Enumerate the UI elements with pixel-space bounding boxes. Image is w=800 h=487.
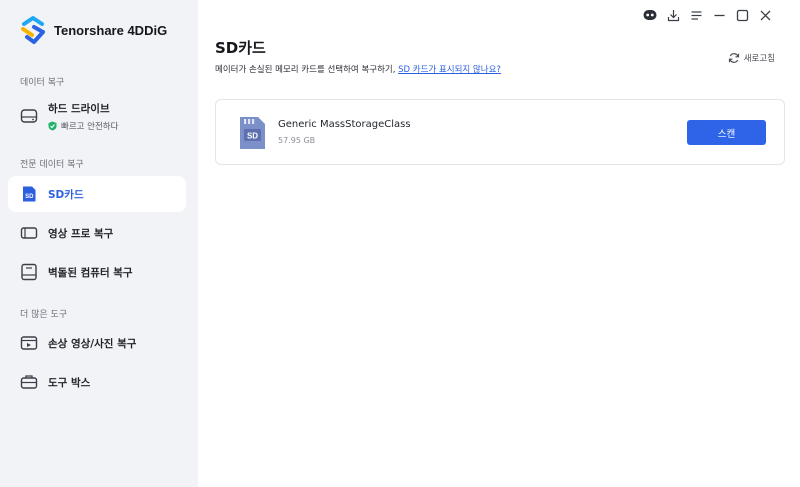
device-name: Generic MassStorageClass [278,119,411,130]
device-card[interactable]: SD Generic MassStorageClass 57.95 GB 스캔 [215,99,785,165]
hard-drive-icon [19,106,39,126]
minimize-icon[interactable] [712,8,726,22]
sidebar-item-video-recovery[interactable]: 영상 프로 복구 [8,215,186,251]
sidebar-item-label: 하드 드라이브 [48,102,110,115]
download-icon[interactable] [666,8,680,22]
sidebar: Tenorshare 4DDiG 데이터 복구 하드 드라이브 빠르고 안전하다… [0,0,198,487]
toolbox-icon [19,372,39,392]
main-panel: SD카드 메이터가 손실된 메모리 카드를 선택하여 복구하기, SD 카드가 … [198,0,800,487]
close-icon[interactable] [758,8,772,22]
section-label-data-recovery: 데이터 복구 [20,78,65,88]
sidebar-item-toolbox[interactable]: 도구 박스 [8,364,186,400]
sidebar-item-crashed-computer[interactable]: 벽돌된 컴퓨터 복구 [8,254,186,290]
sidebar-item-label: 영상 프로 복구 [48,227,114,240]
safe-status: 빠르고 안전하다 [48,120,118,132]
page-subtitle: 메이터가 손실된 메모리 카드를 선택하여 복구하기, SD 카드가 표시되지 … [215,63,501,75]
section-label-pro-recovery: 전문 데이터 복구 [20,160,84,170]
video-icon [19,223,39,243]
logo-icon [21,16,45,44]
shield-check-icon [48,121,57,130]
sidebar-item-label: 벽돌된 컴퓨터 복구 [48,266,133,279]
sidebar-item-label: 손상 영상/사진 복구 [48,337,137,350]
window-controls [634,8,772,22]
device-size: 57.95 GB [278,136,316,145]
section-label-more-tools: 더 많은 도구 [20,310,68,320]
computer-icon [19,262,39,282]
svg-text:SD: SD [25,194,34,200]
sidebar-item-hard-drive[interactable]: 하드 드라이브 빠르고 안전하다 [8,94,186,138]
sidebar-item-sublabel: 빠르고 안전하다 [61,121,119,132]
app-logo: Tenorshare 4DDiG [18,15,167,45]
help-link[interactable]: SD 카드가 표시되지 않나요? [398,65,501,75]
menu-icon[interactable] [689,8,703,22]
sidebar-item-sd-card[interactable]: SD SD카드 [8,176,186,212]
scan-button[interactable]: 스캔 [687,120,766,145]
sd-card-icon: SD [240,117,265,149]
repair-icon [19,333,39,353]
sidebar-item-media-repair[interactable]: 손상 영상/사진 복구 [8,325,186,361]
refresh-icon [728,52,740,64]
maximize-icon[interactable] [735,8,749,22]
refresh-button[interactable]: 새로고침 [728,52,775,64]
svg-text:SD: SD [247,132,258,141]
subtitle-text: 메이터가 손실된 메모리 카드를 선택하여 복구하기, [215,65,396,75]
page-title: SD카드 [215,39,266,57]
refresh-label: 새로고침 [743,54,775,64]
assistant-bot-icon[interactable] [643,8,657,22]
sidebar-item-label: SD카드 [48,188,84,201]
sd-card-icon: SD [19,184,39,204]
sidebar-item-label: 도구 박스 [48,376,91,389]
app-name: Tenorshare 4DDiG [54,22,168,38]
